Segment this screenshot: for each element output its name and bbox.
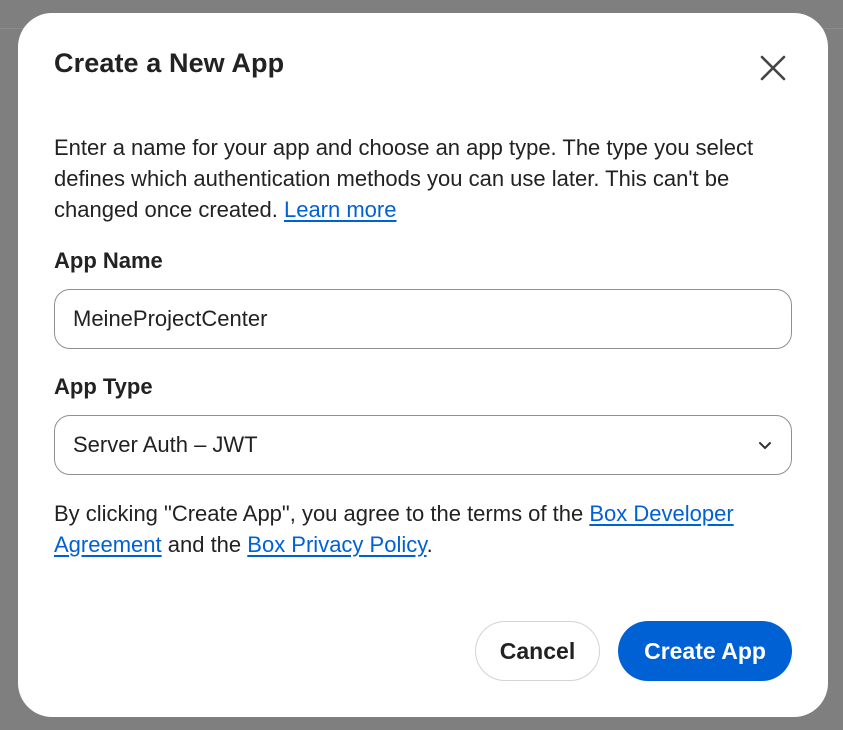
dialog-title: Create a New App: [54, 48, 285, 78]
app-type-label: App Type: [54, 374, 153, 399]
create-app-dialog: Create a New App Enter a name for your a…: [18, 13, 828, 717]
close-icon: [760, 55, 786, 81]
chevron-down-icon: [759, 442, 771, 449]
close-button[interactable]: [756, 51, 790, 85]
agreement-middle: and the: [167, 532, 242, 557]
cancel-button[interactable]: Cancel: [475, 621, 600, 681]
agreement-prefix: By clicking "Create App", you agree to t…: [54, 501, 584, 526]
create-app-button[interactable]: Create App: [618, 621, 792, 681]
agreement-suffix: .: [426, 532, 433, 557]
learn-more-link[interactable]: Learn more: [284, 197, 397, 222]
agreement-text: By clicking "Create App", you agree to t…: [54, 498, 799, 560]
description-text: Enter a name for your app and choose an …: [54, 135, 754, 222]
app-name-field-container: [54, 289, 792, 349]
app-type-select[interactable]: Server Auth – JWT: [54, 415, 792, 475]
privacy-policy-link[interactable]: Box Privacy Policy: [247, 532, 426, 557]
app-type-selected-value: Server Auth – JWT: [73, 432, 258, 457]
dialog-description: Enter a name for your app and choose an …: [54, 132, 799, 225]
app-name-input[interactable]: [73, 290, 773, 348]
app-name-label: App Name: [54, 248, 163, 273]
